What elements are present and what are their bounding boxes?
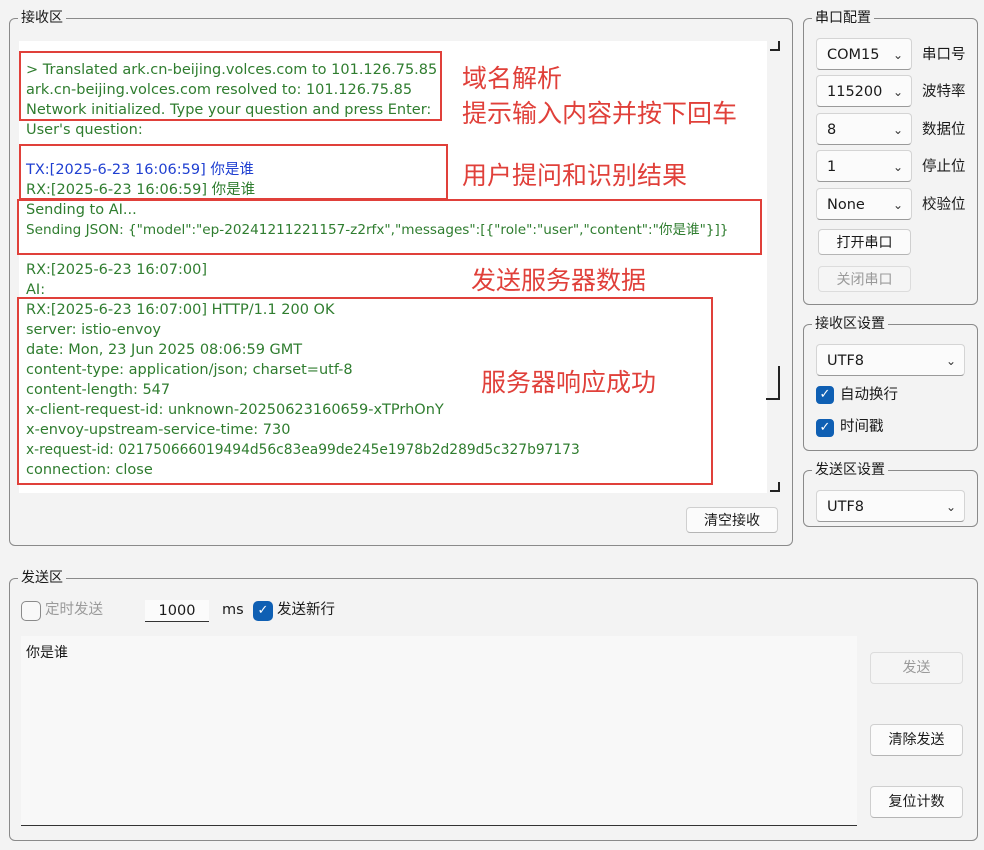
receive-group-title: 接收区	[18, 9, 66, 27]
timed-send-label: 定时发送	[45, 602, 103, 618]
auto-wrap-checkbox[interactable]: ✓	[816, 386, 834, 404]
stop-bits-select[interactable]: 1 ⌄	[816, 150, 912, 182]
send-encoding-value: UTF8	[827, 499, 865, 515]
baud-label: 波特率	[922, 84, 966, 100]
receive-settings-title: 接收区设置	[812, 315, 888, 333]
chevron-down-icon: ⌄	[892, 160, 903, 174]
reset-count-button[interactable]: 复位计数	[870, 786, 963, 818]
clear-send-button[interactable]: 清除发送	[870, 724, 963, 756]
receive-encoding-value: UTF8	[827, 353, 865, 369]
send-encoding-select[interactable]: UTF8 ⌄	[816, 490, 965, 522]
scroll-handle[interactable]	[766, 366, 780, 400]
serial-config-title: 串口配置	[812, 9, 874, 27]
timestamp-label: 时间戳	[840, 419, 884, 435]
chevron-down-icon: ⌄	[892, 48, 903, 62]
timestamp-checkbox[interactable]: ✓	[816, 419, 834, 437]
parity-select[interactable]: None ⌄	[816, 188, 912, 220]
port-select[interactable]: COM15 ⌄	[816, 38, 912, 70]
baud-value: 115200	[827, 84, 883, 100]
open-port-button[interactable]: 打开串口	[818, 229, 911, 255]
annotation-question: 用户提问和识别结果	[462, 161, 688, 190]
annotation-dns: 域名解析	[462, 64, 563, 93]
timed-send-checkbox[interactable]	[21, 601, 41, 621]
data-bits-select[interactable]: 8 ⌄	[816, 113, 912, 145]
scroll-corner-bottom-icon	[770, 482, 780, 492]
clear-receive-button[interactable]: 清空接收	[686, 507, 778, 533]
send-text-content: 你是谁	[26, 645, 68, 661]
receive-encoding-select[interactable]: UTF8 ⌄	[816, 344, 965, 376]
interval-unit: ms	[222, 602, 244, 618]
baud-select[interactable]: 115200 ⌄	[816, 75, 912, 107]
stop-bits-label: 停止位	[922, 159, 966, 175]
highlight-box-send-json	[17, 199, 762, 255]
port-label: 串口号	[922, 47, 966, 63]
parity-value: None	[827, 197, 865, 213]
send-group-title: 发送区	[18, 569, 66, 587]
chevron-down-icon: ⌄	[892, 123, 903, 137]
send-textarea[interactable]: 你是谁	[21, 636, 857, 826]
annotation-response: 服务器响应成功	[481, 368, 657, 397]
chevron-down-icon: ⌄	[892, 198, 903, 212]
parity-label: 校验位	[922, 197, 966, 213]
receive-line: User's question:	[26, 122, 143, 138]
highlight-box-dns	[19, 51, 442, 121]
chevron-down-icon: ⌄	[945, 500, 956, 514]
annotation-prompt: 提示输入内容并按下回车	[462, 99, 738, 128]
stop-bits-value: 1	[827, 159, 837, 175]
send-settings-title: 发送区设置	[812, 461, 888, 479]
send-button[interactable]: 发送	[870, 652, 963, 684]
send-newline-label: 发送新行	[277, 602, 335, 618]
close-port-button[interactable]: 关闭串口	[818, 266, 911, 292]
scroll-corner-top-icon	[770, 41, 780, 51]
annotation-send-data: 发送服务器数据	[471, 266, 647, 295]
highlight-box-question	[19, 144, 448, 200]
data-bits-label: 数据位	[922, 122, 966, 138]
port-value: COM15	[827, 47, 880, 63]
chevron-down-icon: ⌄	[892, 85, 903, 99]
send-newline-checkbox[interactable]: ✓	[253, 601, 273, 621]
receive-line: RX:[2025-6-23 16:07:00]	[26, 262, 207, 278]
interval-input[interactable]: 1000	[145, 600, 209, 622]
chevron-down-icon: ⌄	[945, 354, 956, 368]
auto-wrap-label: 自动换行	[840, 387, 898, 403]
data-bits-value: 8	[827, 122, 837, 138]
